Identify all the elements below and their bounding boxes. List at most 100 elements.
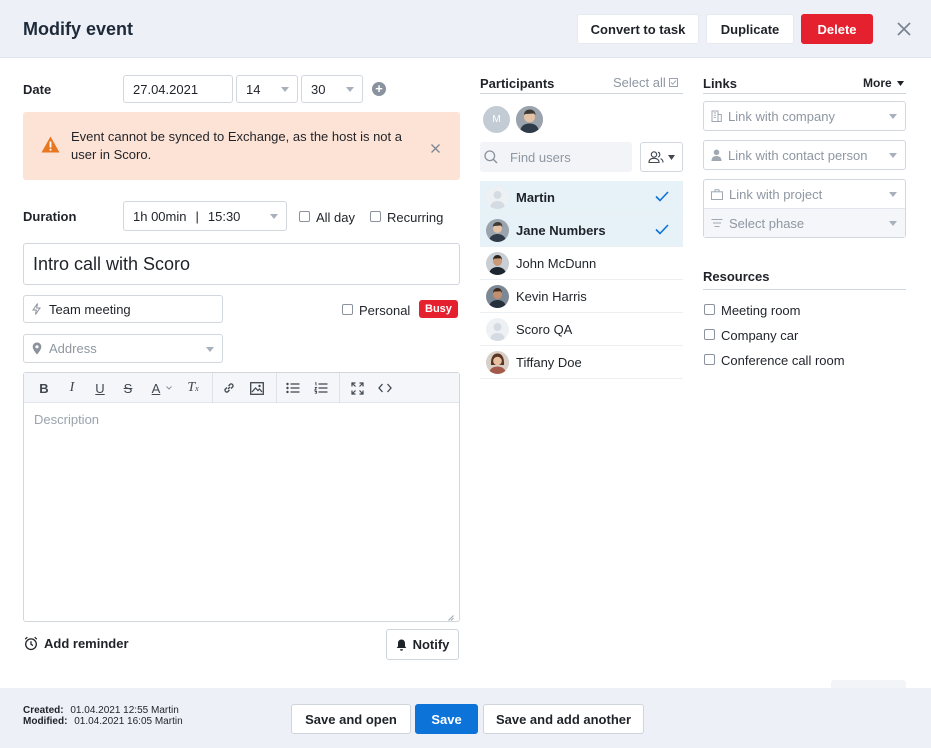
- address-input[interactable]: Address: [23, 334, 223, 363]
- recurring-checkbox[interactable]: [370, 211, 381, 222]
- description-editor[interactable]: B I U S A Tx Description: [23, 372, 460, 622]
- collapsed-tab: [831, 680, 906, 688]
- chevron-down-icon[interactable]: [165, 379, 173, 397]
- bold-icon[interactable]: B: [35, 379, 53, 397]
- more-dropdown[interactable]: More: [863, 76, 904, 90]
- participant-row[interactable]: Martin: [480, 181, 683, 214]
- resource-checkbox[interactable]: [704, 354, 715, 365]
- search-icon: [484, 150, 498, 164]
- participant-row[interactable]: Kevin Harris: [480, 280, 683, 313]
- participant-name: Tiffany Doe: [516, 354, 582, 370]
- convert-to-task-button[interactable]: Convert to task: [577, 14, 699, 44]
- personal-checkbox[interactable]: [342, 304, 353, 315]
- person-icon: [711, 149, 722, 161]
- participants-title: Participants: [480, 76, 555, 91]
- user-groups-dropdown[interactable]: [640, 142, 683, 172]
- resources-title: Resources: [703, 269, 770, 284]
- chevron-down-icon: [889, 221, 897, 226]
- toolbar-divider: [276, 373, 277, 403]
- more-label: More: [863, 76, 892, 90]
- checkbox-checked-icon: [668, 78, 678, 87]
- link-project-select[interactable]: Link with project: [704, 180, 905, 209]
- select-all-label: Select all: [613, 75, 666, 90]
- duplicate-button[interactable]: Duplicate: [706, 14, 794, 44]
- avatar: [486, 317, 509, 341]
- avatar: [486, 251, 509, 275]
- select-all-link[interactable]: Select all: [613, 75, 678, 90]
- checkmark-icon: [655, 190, 669, 205]
- avatar-initial: M: [492, 114, 501, 125]
- link-company-select[interactable]: Link with company: [703, 101, 906, 131]
- participant-row[interactable]: Tiffany Doe: [480, 346, 683, 379]
- notify-button[interactable]: Notify: [386, 629, 459, 660]
- all-day-checkbox[interactable]: [299, 211, 310, 222]
- created-value: 01.04.2021 12:55 Martin: [70, 705, 179, 716]
- participant-row[interactable]: Jane Numbers: [480, 214, 683, 247]
- add-time-plus-icon[interactable]: +: [372, 82, 386, 96]
- select-phase-select[interactable]: Select phase: [704, 209, 905, 237]
- participant-name: John McDunn: [516, 255, 597, 271]
- all-day-label: All day: [316, 210, 356, 225]
- duration-value: 1h 00min: [133, 208, 187, 224]
- fullscreen-icon[interactable]: [348, 379, 366, 397]
- resource-checkbox[interactable]: [704, 329, 715, 340]
- busy-badge[interactable]: Busy: [419, 300, 458, 318]
- links-title: Links: [703, 76, 737, 91]
- toolbar-divider: [212, 373, 213, 403]
- resource-label: Meeting room: [721, 303, 801, 318]
- checkmark-icon: [655, 223, 669, 238]
- save-and-add-another-button[interactable]: Save and add another: [483, 704, 644, 734]
- find-users-input[interactable]: Find users: [480, 142, 632, 172]
- minute-select[interactable]: 30: [301, 75, 363, 103]
- participants-divider: [480, 93, 683, 94]
- created-meta: Created: 01.04.2021 12:55 Martin: [23, 705, 179, 716]
- link-contact-select[interactable]: Link with contact person: [703, 140, 906, 170]
- participant-name: Kevin Harris: [516, 288, 587, 304]
- participant-name: Martin: [516, 189, 555, 205]
- avatar: [486, 185, 509, 209]
- duration-select[interactable]: 1h 00min | 15:30: [123, 201, 287, 231]
- close-icon[interactable]: [893, 18, 915, 40]
- avatar: [486, 350, 509, 374]
- chevron-down-icon: [668, 154, 675, 160]
- warning-icon: [41, 136, 60, 156]
- code-icon[interactable]: [376, 379, 394, 397]
- event-type-value: Team meeting: [49, 301, 131, 317]
- add-reminder-button[interactable]: Add reminder: [24, 636, 129, 651]
- chevron-down-icon: [270, 214, 278, 219]
- chevron-down-icon: [346, 87, 354, 92]
- find-users-placeholder: Find users: [510, 149, 571, 165]
- chevron-down-icon: [896, 80, 904, 86]
- strikethrough-icon[interactable]: S: [119, 379, 137, 397]
- hour-select[interactable]: 14: [236, 75, 298, 103]
- bullet-list-icon[interactable]: [284, 379, 302, 397]
- briefcase-icon: [711, 188, 723, 200]
- delete-button[interactable]: Delete: [801, 14, 873, 44]
- image-icon[interactable]: [248, 379, 266, 397]
- close-icon[interactable]: [431, 141, 440, 156]
- resize-handle-icon[interactable]: [448, 609, 454, 624]
- modified-meta: Modified: 01.04.2021 16:05 Martin: [23, 716, 183, 727]
- event-title-input[interactable]: Intro call with Scoro: [23, 243, 460, 285]
- resource-checkbox[interactable]: [704, 304, 715, 315]
- location-pin-icon: [32, 342, 42, 355]
- address-placeholder: Address: [49, 341, 97, 356]
- italic-icon[interactable]: I: [63, 379, 81, 397]
- modified-value: 01.04.2021 16:05 Martin: [74, 716, 183, 727]
- link-icon[interactable]: [220, 379, 238, 397]
- resources-divider: [703, 289, 906, 290]
- participant-row[interactable]: Scoro QA: [480, 313, 683, 346]
- participant-row[interactable]: John McDunn: [480, 247, 683, 280]
- underline-icon[interactable]: U: [91, 379, 109, 397]
- chevron-down-icon: [206, 346, 214, 352]
- created-label: Created:: [23, 705, 64, 716]
- text-color-icon[interactable]: A: [147, 379, 165, 397]
- save-and-open-button[interactable]: Save and open: [291, 704, 411, 734]
- save-button[interactable]: Save: [415, 704, 478, 734]
- event-type-input[interactable]: Team meeting: [23, 295, 223, 323]
- numbered-list-icon[interactable]: [312, 379, 330, 397]
- clear-format-icon[interactable]: Tx: [184, 379, 202, 397]
- avatar: [516, 106, 543, 133]
- chevron-down-icon: [889, 114, 897, 119]
- date-input[interactable]: 27.04.2021: [123, 75, 233, 103]
